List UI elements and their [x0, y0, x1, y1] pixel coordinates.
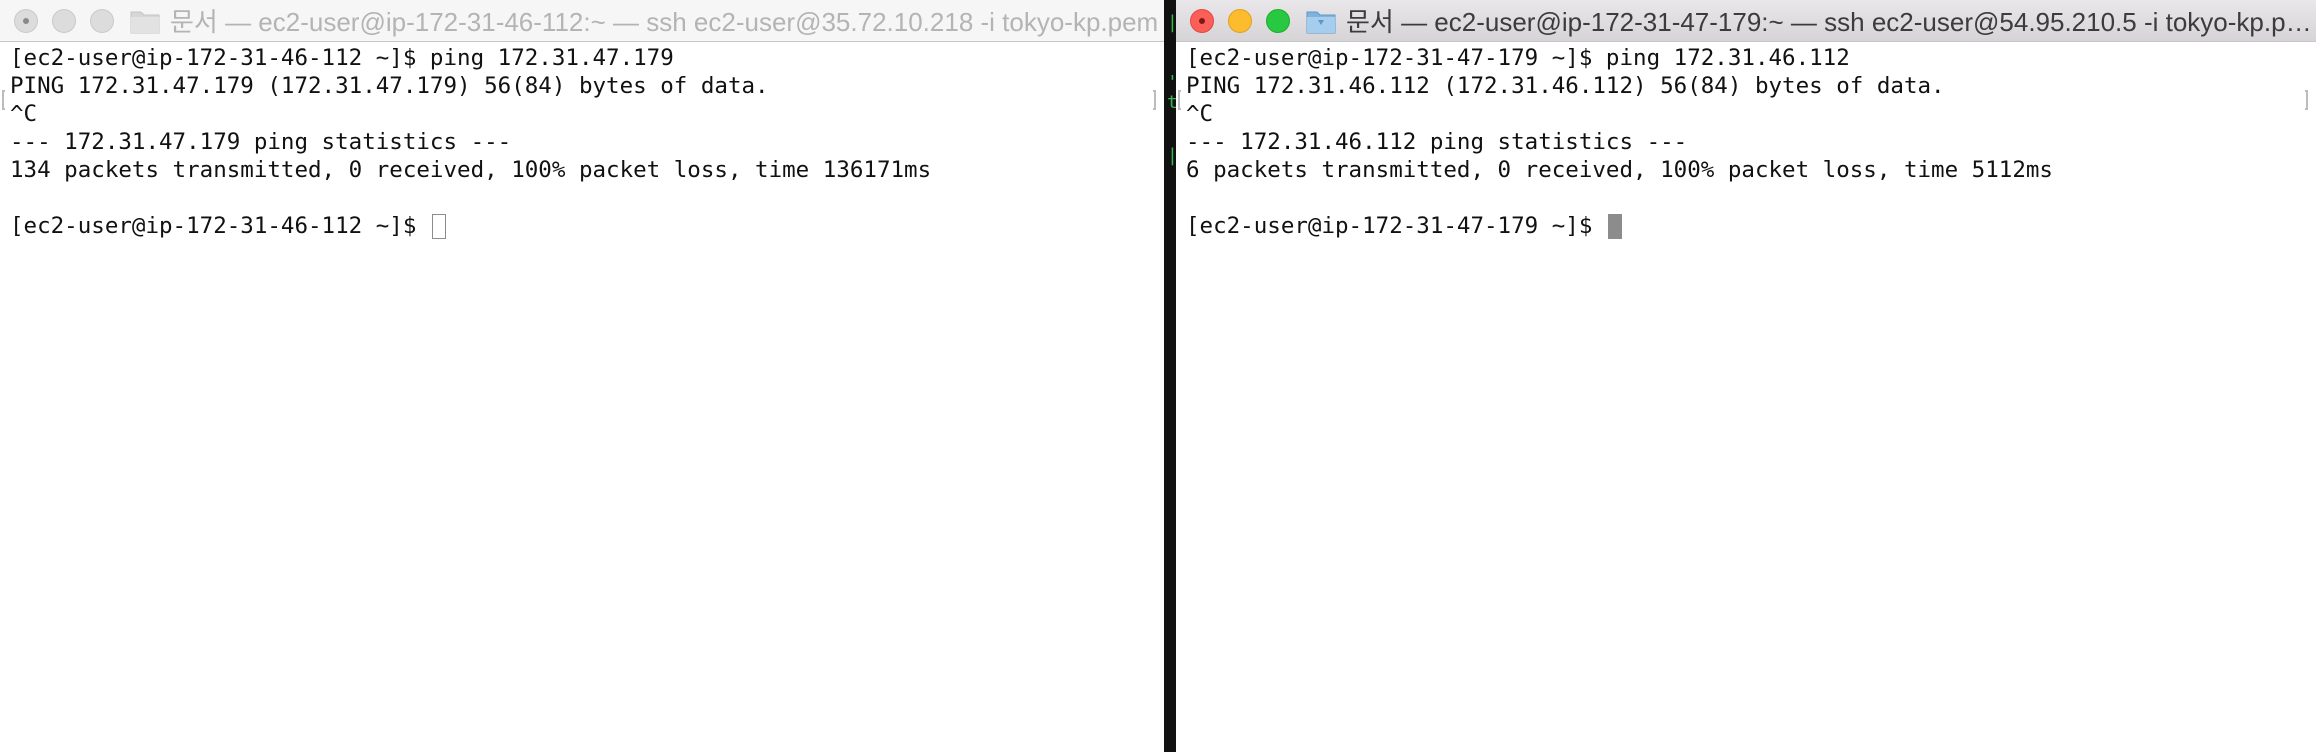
terminal-line: --- 172.31.46.112 ping statistics ---	[1186, 129, 1688, 155]
window-title-left: 문서 — ec2-user@ip-172-31-46-112:~ — ssh e…	[130, 2, 1164, 39]
minimize-icon[interactable]	[1228, 8, 1252, 33]
window-title-text: 문서 — ec2-user@ip-172-31-47-179:~ — ssh e…	[1346, 7, 2316, 37]
close-icon[interactable]	[14, 8, 38, 33]
terminal-output-right[interactable]: [ec2-user@ip-172-31-47-179 ~]$ ping 172.…	[1176, 42, 2316, 240]
terminal-window-right[interactable]: 문서 — ec2-user@ip-172-31-47-179:~ — ssh e…	[1176, 0, 2316, 752]
terminal-line: [ec2-user@ip-172-31-47-179 ~]$ ping 172.…	[1186, 45, 1850, 71]
prompt-line[interactable]: [ec2-user@ip-172-31-46-112 ~]$	[10, 212, 1164, 240]
text-cursor	[1607, 214, 1622, 239]
terminal-line: 134 packets transmitted, 0 received, 100…	[10, 157, 932, 183]
terminal-line: --- 172.31.47.179 ping statistics ---	[10, 129, 512, 155]
terminal-line: [ec2-user@ip-172-31-46-112 ~]$ ping 172.…	[10, 45, 674, 71]
window-controls-right	[1176, 8, 1290, 33]
maximize-icon[interactable]	[1266, 8, 1290, 33]
title-bar-left[interactable]: 문서 — ec2-user@ip-172-31-46-112:~ — ssh e…	[0, 0, 1164, 42]
minimize-icon[interactable]	[52, 8, 76, 33]
maximize-icon[interactable]	[90, 8, 114, 33]
desktop: 문서 — ec2-user@ip-172-31-46-112:~ — ssh e…	[0, 0, 2316, 752]
prompt-line[interactable]: [ec2-user@ip-172-31-47-179 ~]$	[1186, 212, 2316, 240]
folder-icon	[1306, 11, 1336, 33]
terminal-line: PING 172.31.46.112 (172.31.46.112) 56(84…	[1186, 73, 1945, 99]
window-gap: | ' t |	[1164, 0, 1178, 752]
text-cursor	[431, 214, 446, 239]
window-title-text: 문서 — ec2-user@ip-172-31-46-112:~ — ssh e…	[170, 7, 1159, 37]
terminal-line: ^C	[10, 101, 38, 127]
marker-bracket	[2305, 90, 2308, 110]
title-bar-right[interactable]: 문서 — ec2-user@ip-172-31-47-179:~ — ssh e…	[1176, 0, 2316, 42]
terminal-line: PING 172.31.47.179 (172.31.47.179) 56(84…	[10, 73, 769, 99]
terminal-line: 6 packets transmitted, 0 received, 100% …	[1186, 157, 2053, 183]
shell-prompt: [ec2-user@ip-172-31-47-179 ~]$	[1186, 213, 1606, 239]
terminal-line: ^C	[1186, 101, 1214, 127]
marker-bracket	[1153, 90, 1156, 110]
marker-bracket	[1178, 90, 1181, 110]
marker-bracket	[2, 90, 5, 110]
folder-icon	[130, 11, 160, 33]
window-title-right: 문서 — ec2-user@ip-172-31-47-179:~ — ssh e…	[1306, 2, 2316, 39]
terminal-window-left[interactable]: 문서 — ec2-user@ip-172-31-46-112:~ — ssh e…	[0, 0, 1164, 752]
window-controls-left	[0, 8, 114, 33]
terminal-output-left[interactable]: [ec2-user@ip-172-31-46-112 ~]$ ping 172.…	[0, 42, 1164, 240]
shell-prompt: [ec2-user@ip-172-31-46-112 ~]$	[10, 213, 430, 239]
close-icon[interactable]	[1190, 8, 1214, 33]
